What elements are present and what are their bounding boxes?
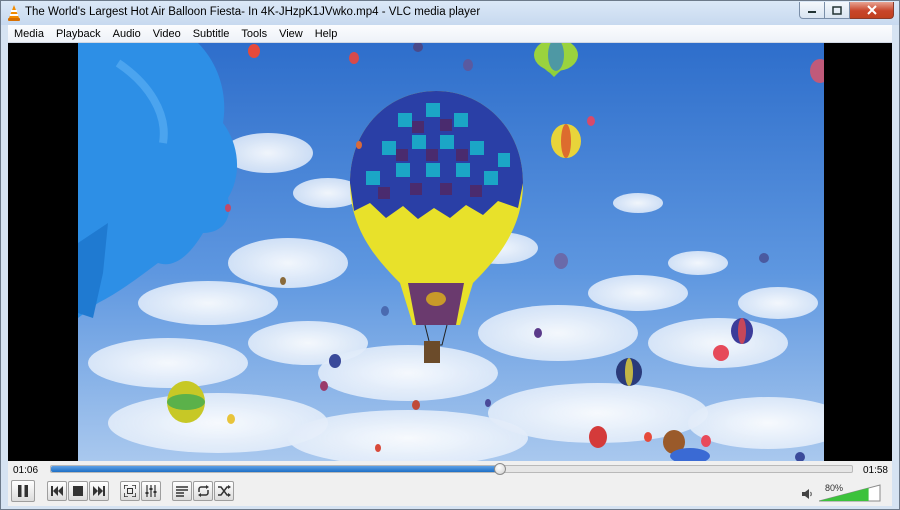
menu-help[interactable]: Help	[309, 25, 344, 43]
title-bar[interactable]: The World's Largest Hot Air Balloon Fies…	[1, 1, 899, 25]
seek-progress	[51, 466, 500, 472]
volume-percentage: 80%	[825, 483, 844, 493]
video-area[interactable]	[8, 43, 892, 461]
playback-controls: 01:06 01:58 80%	[8, 461, 892, 506]
shuffle-icon	[217, 485, 231, 497]
pause-button[interactable]	[11, 480, 35, 502]
menu-audio[interactable]: Audio	[107, 25, 147, 43]
skip-previous-icon	[51, 486, 63, 496]
vlc-window: The World's Largest Hot Air Balloon Fies…	[0, 0, 900, 510]
video-frame	[78, 43, 824, 461]
fullscreen-button[interactable]	[120, 481, 140, 501]
window-title: The World's Largest Hot Air Balloon Fies…	[25, 6, 481, 18]
stop-icon	[73, 486, 83, 496]
shuffle-button[interactable]	[214, 481, 234, 501]
menu-subtitle[interactable]: Subtitle	[187, 25, 236, 43]
next-button[interactable]	[89, 481, 109, 501]
menu-video[interactable]: Video	[147, 25, 187, 43]
loop-button[interactable]	[193, 481, 213, 501]
equalizer-icon	[145, 485, 157, 497]
loop-icon	[197, 485, 209, 497]
fullscreen-icon	[124, 485, 136, 497]
skip-next-icon	[93, 486, 105, 496]
extended-settings-button[interactable]	[141, 481, 161, 501]
pause-icon	[18, 485, 28, 497]
seek-bar[interactable]	[50, 463, 853, 475]
playlist-button[interactable]	[172, 481, 192, 501]
menu-media[interactable]: Media	[8, 25, 50, 43]
menu-playback[interactable]: Playback	[50, 25, 107, 43]
seek-handle[interactable]	[493, 463, 506, 475]
total-time: 01:58	[862, 465, 888, 476]
menu-bar: Media Playback Audio Video Subtitle Tool…	[8, 25, 892, 43]
maximize-icon	[832, 5, 842, 15]
close-icon	[866, 5, 877, 15]
menu-tools[interactable]: Tools	[235, 25, 273, 43]
menu-view[interactable]: View	[273, 25, 309, 43]
vlc-cone-icon	[8, 5, 20, 21]
stop-button[interactable]	[68, 481, 88, 501]
current-time: 01:06	[13, 465, 39, 476]
previous-button[interactable]	[47, 481, 67, 501]
speaker-icon[interactable]	[802, 489, 813, 499]
playlist-icon	[176, 485, 188, 497]
minimize-icon	[808, 11, 816, 13]
close-button[interactable]	[850, 2, 894, 19]
maximize-button[interactable]	[825, 2, 850, 19]
minimize-button[interactable]	[799, 2, 825, 19]
